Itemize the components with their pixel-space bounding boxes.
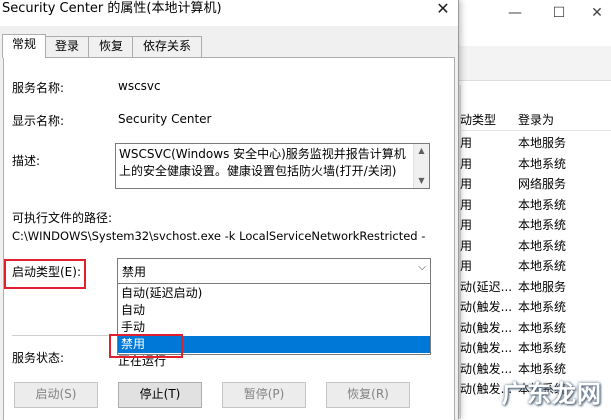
service-status-label: 服务状态: <box>12 351 65 365</box>
startup-type-cell: 动(触发... <box>460 341 513 355</box>
logon-as-cell: 本地系统 <box>518 320 567 335</box>
logon-as-cell: 本地服务 <box>518 279 567 294</box>
table-row[interactable]: 用 本地系统 <box>460 235 611 255</box>
startup-type-cell: 用 <box>460 238 473 253</box>
scroll-up-icon[interactable]: ▲ <box>416 146 427 155</box>
display-name-value[interactable]: Security Center <box>118 112 211 126</box>
startup-type-cell: 用 <box>460 156 473 171</box>
startup-type-selected: 禁用 <box>122 265 147 279</box>
annotation-box-startup-label <box>4 259 86 289</box>
service-name-label: 服务名称: <box>12 81 65 95</box>
close-icon[interactable]: ✕ <box>432 0 454 20</box>
startup-type-cell: 动(触发... <box>460 300 513 314</box>
separator <box>12 335 116 336</box>
dialog-title: Security Center 的属性(本地计算机) <box>2 1 222 16</box>
column-startup-type[interactable]: 动类型 <box>460 111 496 128</box>
display-name-label: 显示名称: <box>12 114 65 128</box>
logon-as-cell: 本地服务 <box>518 136 567 150</box>
start-button[interactable]: 启动(S) <box>14 382 98 408</box>
watermark-logo: 广东龙网 <box>480 368 608 414</box>
pause-button[interactable]: 暂停(P) <box>222 382 306 408</box>
tab-general[interactable]: 常规 <box>2 34 46 58</box>
logon-as-cell: 本地系统 <box>518 300 567 314</box>
table-row[interactable]: 动(触发... 本地系统 <box>460 317 611 337</box>
description-scrollbar[interactable]: ▲ ▼ <box>413 144 429 188</box>
executable-path-value: C:\WINDOWS\System32\svchost.exe -k Local… <box>12 229 426 243</box>
executable-path-label: 可执行文件的路径: <box>12 211 113 225</box>
logon-as-cell: 本地系统 <box>518 197 567 212</box>
column-logon-as[interactable]: 登录为 <box>518 111 554 128</box>
services-window: — ☐ ✕ 动类型 登录为 用本地服务用本地系统用网络服务用本地系统用本地系统用… <box>448 0 611 419</box>
resume-button[interactable]: 恢复(R) <box>326 382 410 408</box>
logon-as-cell: 网络服务 <box>518 177 567 191</box>
table-row[interactable]: 用 本地系统 <box>460 194 611 214</box>
tab-recovery[interactable]: 恢复 <box>88 36 134 57</box>
logon-as-cell: 本地系统 <box>518 259 567 273</box>
tab-dependencies[interactable]: 依存关系 <box>132 36 202 57</box>
properties-dialog: Security Center 的属性(本地计算机) ✕ 常规 登录 恢复 依存… <box>0 0 459 420</box>
logon-as-cell: 本地系统 <box>518 218 567 232</box>
dialog-titlebar: Security Center 的属性(本地计算机) ✕ <box>0 0 458 26</box>
annotation-box-disabled-option <box>109 334 183 358</box>
startup-type-cell: 用 <box>460 136 473 150</box>
startup-type-cell: 用 <box>460 197 473 212</box>
service-name-value: wscsvc <box>118 79 161 93</box>
startup-type-cell: 用 <box>460 218 473 232</box>
table-row[interactable]: 用 本地系统 <box>460 214 611 234</box>
stop-button[interactable]: 停止(T) <box>118 382 202 408</box>
startup-type-select[interactable]: 禁用 ⌵ <box>117 258 431 284</box>
tab-logon[interactable]: 登录 <box>44 36 90 57</box>
table-row[interactable]: 动(触发... 本地系统 <box>460 296 611 316</box>
startup-type-cell: 动(延迟... <box>460 279 513 294</box>
services-titlebar: — ☐ ✕ <box>448 0 611 30</box>
watermark-text: 广东龙网 <box>502 380 602 408</box>
logon-as-cell: 本地系统 <box>518 156 567 171</box>
startup-type-cell: 动(触发... <box>460 320 513 335</box>
minimize-icon[interactable]: — <box>504 4 526 22</box>
tab-strip: 常规 登录 恢复 依存关系 <box>0 34 458 58</box>
option-auto[interactable]: 自动 <box>118 302 430 319</box>
logon-as-cell: 本地系统 <box>518 238 567 253</box>
maximize-icon[interactable]: ☐ <box>548 4 570 22</box>
services-toolbar <box>448 46 611 81</box>
table-row[interactable]: 动(延迟... 本地服务 <box>460 276 611 296</box>
chevron-down-icon[interactable]: ⌵ <box>418 262 426 273</box>
startup-type-cell: 用 <box>460 259 473 273</box>
logon-as-cell: 本地系统 <box>518 341 567 355</box>
table-row[interactable]: 用 本地系统 <box>460 153 611 173</box>
table-row[interactable]: 用 本地系统 <box>460 255 611 275</box>
startup-type-cell: 用 <box>460 177 473 191</box>
scroll-down-icon[interactable]: ▼ <box>416 176 427 185</box>
description-label: 描述: <box>12 154 41 168</box>
table-row[interactable]: 动(触发... 本地系统 <box>460 337 611 357</box>
close-icon[interactable]: ✕ <box>586 4 608 22</box>
description-text: WSCSVC(Windows 安全中心)服务监视并报告计算机上的安全健康设置。健… <box>119 147 406 178</box>
description-textbox[interactable]: WSCSVC(Windows 安全中心)服务监视并报告计算机上的安全健康设置。健… <box>115 143 430 189</box>
table-row[interactable]: 用 网络服务 <box>460 173 611 193</box>
services-table-header: 动类型 登录为 <box>460 108 611 131</box>
option-auto-delayed[interactable]: 自动(延迟启动) <box>118 285 430 302</box>
table-row[interactable]: 用 本地服务 <box>460 132 611 152</box>
